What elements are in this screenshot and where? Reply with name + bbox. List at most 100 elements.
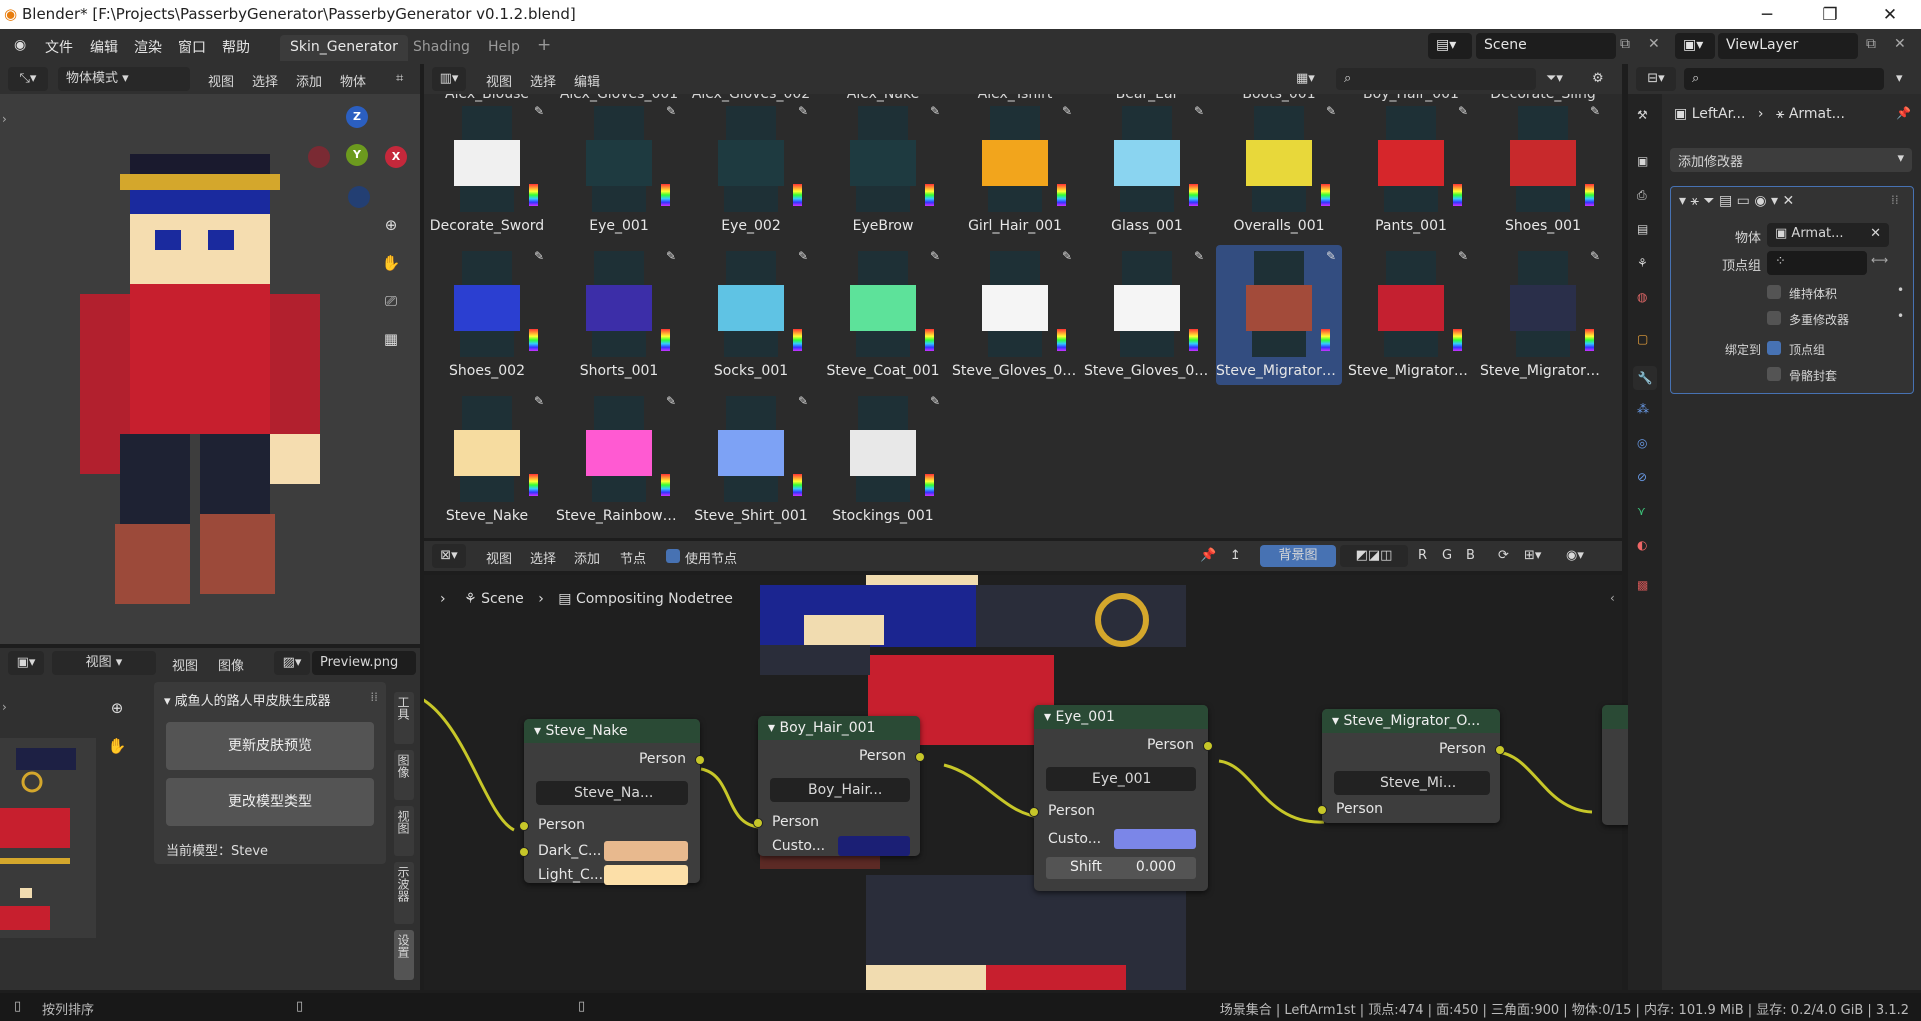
node-steve-nake[interactable]: ▾ Steve_Nake Person Steve_Na... Person D…	[519, 719, 705, 885]
3d-viewport[interactable]: › Z Y X ⊕ ✋ ⎚ ▦	[0, 94, 420, 644]
edit-icon[interactable]: ✎	[798, 104, 808, 118]
constraints-tab-icon[interactable]: ⊘	[1637, 470, 1647, 484]
character-model[interactable]	[60, 154, 350, 614]
vertex-groups-checkbox[interactable]	[1767, 341, 1781, 355]
custom-color-swatch[interactable]	[1114, 829, 1196, 849]
gizmo-y-axis[interactable]: Y	[346, 144, 368, 166]
node-header[interactable]: ▾ Steve_Nake	[524, 719, 700, 743]
menu-render[interactable]: 渲染	[134, 37, 162, 57]
minimize-button[interactable]: ─	[1745, 2, 1789, 28]
maximize-button[interactable]: ❐	[1808, 2, 1852, 28]
dark-color-swatch[interactable]	[604, 841, 688, 861]
tab-shading[interactable]: Shading	[403, 35, 480, 61]
asset-item[interactable]: ✎ Eye_001	[556, 100, 682, 240]
node-menu-node[interactable]: 节点	[620, 548, 646, 567]
group-selector[interactable]: Eye_001	[1046, 767, 1196, 791]
output-socket[interactable]	[915, 752, 925, 762]
snap-icon[interactable]: ⟳	[1498, 548, 1509, 563]
asset-item[interactable]: ✎ Steve_Rainbow_C...	[556, 390, 682, 530]
edit-icon[interactable]: ✎	[1062, 249, 1072, 263]
gizmo-neg-z-axis[interactable]	[348, 186, 370, 208]
output-socket[interactable]	[1203, 741, 1213, 751]
input-socket[interactable]	[1317, 805, 1327, 815]
input-socket[interactable]	[1029, 807, 1039, 817]
side-tab-tool[interactable]: 工具	[394, 692, 414, 744]
copy-scene-icon[interactable]: ⧉	[1620, 36, 1630, 52]
view-layer-field[interactable]: ViewLayer	[1718, 33, 1858, 59]
invert-toggle-icon[interactable]: ⟷	[1871, 253, 1888, 267]
particles-tab-icon[interactable]: ⁂	[1637, 402, 1649, 416]
image-editor[interactable]: › ⊕ ✋ ▾ 咸鱼人的路人甲皮肤生成器 ⁞⁞ 更新皮肤预览 更改模型类型 当前…	[0, 678, 420, 990]
zoom-icon[interactable]: ⊕	[376, 210, 406, 240]
sidebar-expand-icon[interactable]: ‹	[1610, 591, 1615, 605]
settings-gear-icon[interactable]: ⚙	[1592, 71, 1604, 86]
asset-menu-view[interactable]: 视图	[486, 71, 512, 90]
edit-icon[interactable]: ✎	[1326, 249, 1336, 263]
delete-scene-icon[interactable]: ✕	[1648, 36, 1660, 52]
asset-item[interactable]: ✎ Shorts_001	[556, 245, 682, 385]
light-color-swatch[interactable]	[604, 865, 688, 885]
gizmo-x-axis[interactable]: X	[385, 146, 407, 168]
edit-icon[interactable]: ✎	[1194, 249, 1204, 263]
asset-item[interactable]: ✎ Eye_002	[688, 100, 814, 240]
multi-modifier-checkbox[interactable]	[1767, 311, 1781, 325]
custom-color-swatch[interactable]	[838, 836, 910, 856]
use-nodes-checkbox[interactable]	[666, 549, 680, 563]
add-modifier-dropdown[interactable]: 添加修改器 ▾	[1670, 148, 1912, 172]
editor-type-icon[interactable]: ⤡▾	[8, 67, 48, 91]
edit-icon[interactable]: ✎	[930, 249, 940, 263]
shift-slider[interactable]: Shift 0.000	[1046, 857, 1196, 879]
pan-hand-icon[interactable]: ✋	[102, 731, 132, 761]
edit-icon[interactable]: ✎	[534, 249, 544, 263]
viewport-menu-object[interactable]: 物体	[340, 71, 366, 90]
transform-icon[interactable]: ⌗	[396, 71, 403, 86]
node-editor[interactable]: › ⚘ Scene › ▤ Compositing Nodetree ‹ ▾ S…	[424, 575, 1632, 990]
asset-item[interactable]: ✎ Steve_Gloves_002	[1084, 245, 1210, 385]
menu-window[interactable]: 窗口	[178, 37, 206, 57]
edit-icon[interactable]: ✎	[1326, 104, 1336, 118]
group-selector[interactable]: Boy_Hair...	[770, 778, 910, 802]
asset-item[interactable]: ✎ Decorate_Sword	[424, 100, 550, 240]
output-tab-icon[interactable]: ⎙	[1637, 188, 1647, 203]
edit-icon[interactable]: ✎	[798, 249, 808, 263]
asset-menu-edit[interactable]: 编辑	[574, 71, 600, 90]
side-tab-scopes[interactable]: 示波器	[394, 862, 414, 924]
node-editor-type-icon[interactable]: ⊠▾	[432, 544, 466, 568]
edit-icon[interactable]: ✎	[534, 104, 544, 118]
asset-item[interactable]: ✎ Pants_001	[1348, 100, 1474, 240]
node-menu-select[interactable]: 选择	[530, 548, 556, 567]
asset-item[interactable]: ✎ EyeBrow	[820, 100, 946, 240]
input-socket[interactable]	[753, 818, 763, 828]
world-tab-icon[interactable]: ◍	[1637, 290, 1647, 304]
breadcrumb-expand-icon[interactable]: ›	[440, 591, 446, 607]
input-socket[interactable]	[519, 847, 529, 857]
texture-tab-icon[interactable]: ▩	[1637, 578, 1648, 592]
vertex-group-field[interactable]: ⁘	[1767, 251, 1867, 275]
group-selector[interactable]: Steve_Mi...	[1334, 771, 1490, 795]
gizmo-z-axis[interactable]: Z	[346, 106, 368, 128]
modifier-header-icons[interactable]: ▾ ⚹ ⏷ ▤ ▭ ◉ ▾ ✕	[1679, 193, 1794, 209]
display-mode-icon[interactable]: ▦▾	[1296, 71, 1315, 86]
asset-item[interactable]: ✎ Stockings_001	[820, 390, 946, 530]
image-browse-icon[interactable]: ▨▾	[274, 651, 310, 675]
animate-dot-icon[interactable]: •	[1897, 309, 1904, 323]
asset-item[interactable]: ✎ Shoes_002	[424, 245, 550, 385]
view-mode-dropdown[interactable]: 视图 ▾	[52, 651, 156, 675]
tool-tab-icon[interactable]: ⚒	[1637, 108, 1648, 122]
asset-editor-type-icon[interactable]: ▥▾	[432, 67, 466, 91]
copy-view-layer-icon[interactable]: ⧉	[1866, 36, 1876, 52]
physics-tab-icon[interactable]: ◎	[1637, 436, 1647, 450]
add-workspace-button[interactable]: +	[537, 35, 551, 55]
asset-item[interactable]: ✎ Steve_Coat_001	[820, 245, 946, 385]
edit-icon[interactable]: ✎	[1458, 104, 1468, 118]
asset-item[interactable]: ✎ Shoes_001	[1480, 100, 1606, 240]
edit-icon[interactable]: ✎	[666, 394, 676, 408]
asset-item[interactable]: ✎ Steve_Nake	[424, 390, 550, 530]
node-menu-add[interactable]: 添加	[574, 548, 600, 567]
edit-icon[interactable]: ✎	[1194, 104, 1204, 118]
asset-item[interactable]: ✎ Steve_Migrator_O...	[1480, 245, 1606, 385]
camera-icon[interactable]: ⎚	[376, 286, 406, 316]
image-editor-type-icon[interactable]: ▣▾	[8, 651, 44, 675]
grid-icon[interactable]: ▦	[376, 324, 406, 354]
node-header[interactable]: ▾ Steve_Migrator_O...	[1322, 709, 1500, 733]
